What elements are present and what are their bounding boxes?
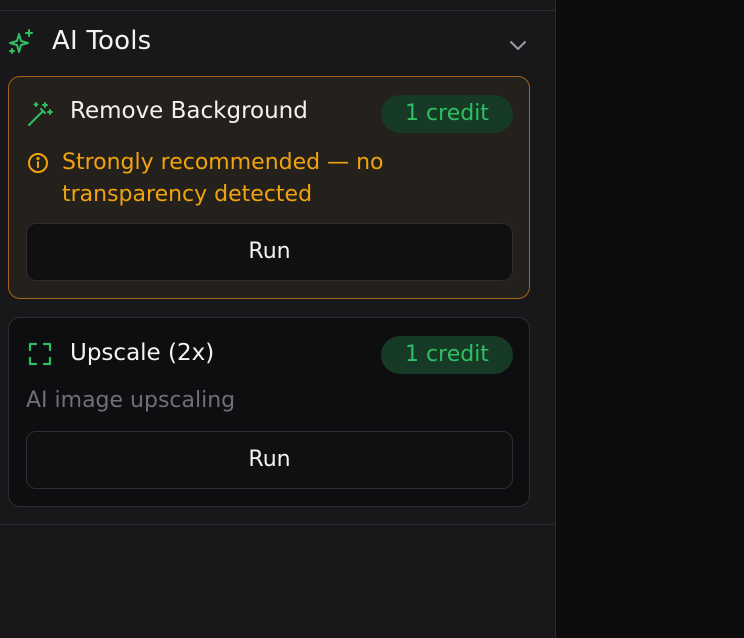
section-title: AI Tools xyxy=(52,26,152,56)
upscale-card: Upscale (2x) 1 credit AI image upscaling… xyxy=(8,317,530,507)
sparkle-icon xyxy=(9,29,33,54)
panel-divider-bottom xyxy=(0,524,556,525)
ai-tools-section-header[interactable]: AI Tools xyxy=(0,18,556,68)
magic-wand-icon xyxy=(28,102,53,126)
canvas-area xyxy=(557,0,744,638)
credit-badge: 1 credit xyxy=(381,336,513,374)
warning-text: Strongly recommended — no transparency d… xyxy=(62,150,384,207)
ai-tools-panel: AI Tools Remove Background 1 credit Stro… xyxy=(0,0,556,638)
run-upscale-button[interactable]: Run xyxy=(26,431,513,489)
chevron-down-icon[interactable] xyxy=(507,34,529,56)
card-title: Remove Background xyxy=(70,98,308,124)
expand-frame-icon xyxy=(28,342,52,366)
card-description: AI image upscaling xyxy=(26,388,236,413)
panel-divider-top xyxy=(0,10,556,11)
card-title: Upscale (2x) xyxy=(70,340,215,366)
run-remove-background-button[interactable]: Run xyxy=(26,223,513,281)
credit-badge: 1 credit xyxy=(381,95,513,133)
remove-background-card: Remove Background 1 credit Strongly reco… xyxy=(8,76,530,299)
info-circle-icon xyxy=(28,153,48,173)
